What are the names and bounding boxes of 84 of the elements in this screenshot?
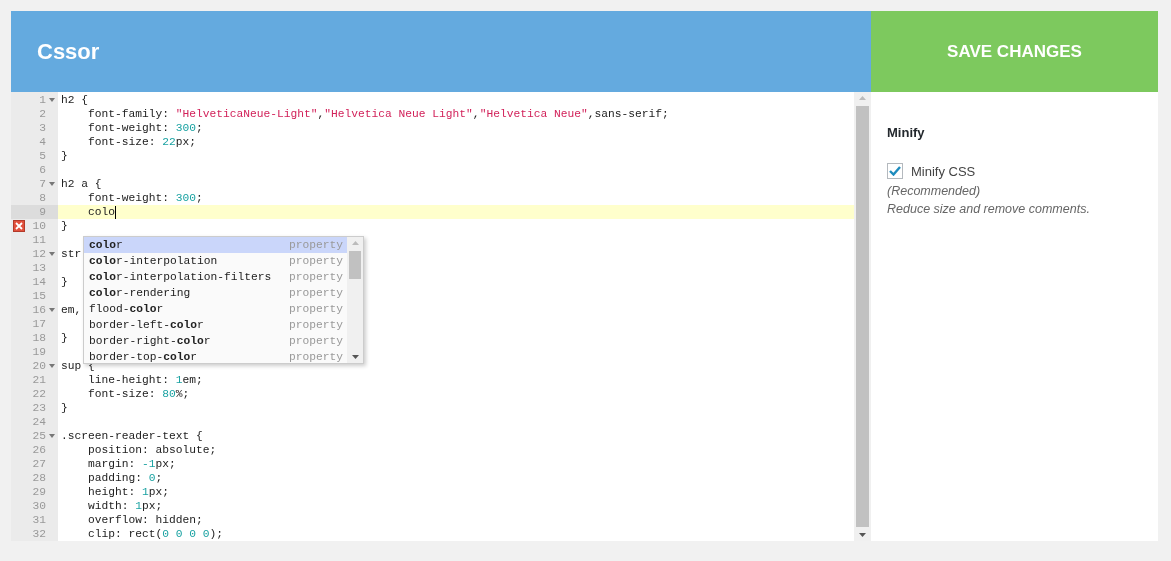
scrollbar[interactable] — [347, 237, 363, 363]
line-number: 7 — [38, 177, 46, 191]
fold-arrow-icon[interactable] — [49, 308, 55, 312]
autocomplete-item[interactable]: color-interpolation-filters property — [84, 269, 347, 285]
code-line: position: absolute; — [87, 443, 217, 457]
fold-arrow-icon[interactable] — [49, 182, 55, 186]
line-number: 26 — [31, 443, 46, 457]
line-number: 19 — [31, 345, 46, 359]
scrollbar[interactable] — [854, 92, 871, 541]
line-number: 31 — [31, 513, 46, 527]
autocomplete-item[interactable]: border-left-color property — [84, 317, 347, 333]
line-number: 11 — [31, 233, 46, 247]
scrollbar-thumb[interactable] — [349, 251, 361, 279]
code-line: h2 a { — [61, 177, 102, 191]
line-number: 4 — [38, 135, 46, 149]
code-line: padding: 0; — [87, 471, 163, 485]
code-line: } — [61, 331, 68, 345]
app-title: Cssor — [37, 38, 100, 65]
code-line: em, — [61, 303, 82, 317]
line-number: 3 — [38, 121, 46, 135]
note-text: (Recommended) — [887, 184, 981, 198]
code-line: colo — [87, 205, 115, 219]
line-number: 14 — [31, 275, 46, 289]
autocomplete-item[interactable]: color-rendering property — [84, 285, 347, 301]
code-line: margin: -1px; — [87, 457, 176, 471]
line-number: 1 — [38, 93, 46, 107]
line-number: 29 — [31, 485, 46, 499]
fold-arrow-icon[interactable] — [49, 252, 55, 256]
line-number: 12 — [31, 247, 46, 261]
code-line: font-weight: 300; — [87, 121, 203, 135]
code-line: } — [61, 401, 68, 415]
code-line: font-size: 22px; — [87, 135, 197, 149]
code-line: font-size: 80%; — [87, 387, 190, 401]
line-number: 10 — [31, 219, 46, 233]
line-number: 16 — [31, 303, 46, 317]
autocomplete-item[interactable]: border-right-color property — [84, 333, 347, 349]
code-line: overflow: hidden; — [87, 513, 203, 527]
line-number: 22 — [31, 387, 46, 401]
autocomplete-item[interactable]: color property — [84, 237, 347, 253]
code-line: height: 1px; — [87, 485, 170, 499]
code-line: } — [61, 219, 68, 233]
code-line: h2 { — [61, 93, 88, 107]
code-line: clip: rect(0 0 0 0); — [87, 527, 224, 541]
scroll-down-icon[interactable] — [351, 355, 359, 359]
line-number: 5 — [38, 149, 46, 163]
autocomplete-item[interactable]: border-top-color property — [84, 349, 347, 365]
line-number: 13 — [31, 261, 46, 275]
autocomplete-item[interactable]: flood-color property — [84, 301, 347, 317]
line-number: 25 — [31, 429, 46, 443]
code-line: .screen-reader-text { — [61, 429, 203, 443]
line-number: 30 — [31, 499, 46, 513]
scroll-down-icon[interactable] — [859, 533, 866, 537]
line-number: 20 — [31, 359, 46, 373]
line-number: 6 — [38, 163, 46, 177]
line-number: 15 — [31, 289, 46, 303]
line-number: 28 — [31, 471, 46, 485]
checkbox-label[interactable]: Minify CSS — [911, 163, 976, 179]
fold-arrow-icon[interactable] — [49, 98, 55, 102]
line-number: 2 — [38, 107, 46, 121]
line-number: 27 — [31, 457, 46, 471]
code-line: } — [61, 149, 68, 163]
fold-arrow-icon[interactable] — [49, 364, 55, 368]
scrollbar-thumb[interactable] — [856, 106, 869, 527]
code-line: str — [61, 247, 82, 261]
section-heading: Minify — [887, 125, 925, 140]
code-line: line-height: 1em; — [87, 373, 203, 387]
code-line: width: 1px; — [87, 499, 163, 513]
line-number: 8 — [38, 191, 46, 205]
description-text: Reduce size and remove comments. — [887, 202, 1090, 216]
line-number: 17 — [31, 317, 46, 331]
fold-arrow-icon[interactable] — [49, 434, 55, 438]
code-line: } — [61, 275, 68, 289]
checkbox[interactable] — [887, 163, 903, 179]
line-number: 9 — [38, 205, 46, 219]
error-icon — [13, 220, 25, 232]
autocomplete-item[interactable]: color-interpolation property — [84, 253, 347, 269]
code-line: font-weight: 300; — [87, 191, 203, 205]
line-number: 32 — [31, 527, 46, 541]
line-number: 18 — [31, 331, 46, 345]
code-line: font-family: "HelveticaNeue-Light","Helvetica Neue Light","Helvetica Neue",sans-serif; — [87, 107, 669, 121]
line-number: 21 — [31, 373, 46, 387]
line-number: 23 — [31, 401, 46, 415]
text-cursor — [115, 205, 116, 219]
line-number: 24 — [31, 415, 46, 429]
